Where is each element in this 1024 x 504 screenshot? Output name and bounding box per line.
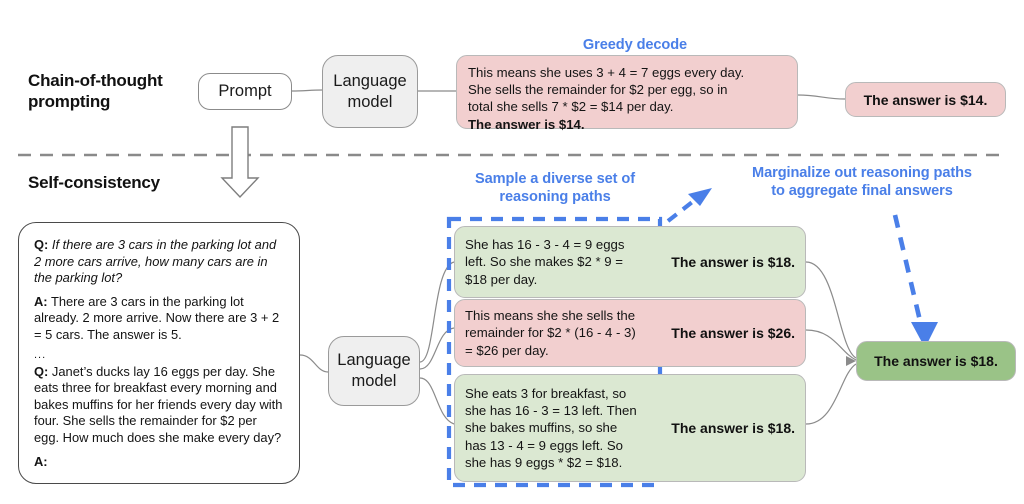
reasoning-path-text-3: She eats 3 for breakfast, so she has 16 … — [465, 385, 637, 470]
reasoning-path-box-3: She eats 3 for breakfast, so she has 16 … — [454, 374, 806, 482]
exemplar-ellipsis: ... — [34, 348, 47, 361]
reasoning-path-box-2: This means she she sells the remainder f… — [454, 299, 806, 367]
marginalize-label: Marginalize out reasoning paths to aggre… — [752, 165, 972, 199]
language-model-label-bottom: Language model — [337, 351, 411, 390]
exemplar-q1-label: Q: — [34, 237, 49, 252]
aggregated-final-answer-text: The answer is $18. — [874, 353, 998, 369]
chain-of-thought-title: Chain-of-thought prompting — [28, 71, 163, 111]
greedy-output-reasoning: This means she uses 3 + 4 = 7 eggs every… — [468, 65, 745, 115]
reasoning-path-answer-2: The answer is $26. — [671, 325, 795, 341]
exemplar-q1-text: If there are 3 cars in the parking lot a… — [34, 237, 277, 286]
exemplar-a1-label: A: — [34, 293, 48, 309]
greedy-final-answer-box: The answer is $14. — [845, 82, 1006, 117]
reasoning-path-answer-3: The answer is $18. — [671, 420, 795, 436]
prompt-node-label: Prompt — [218, 82, 272, 100]
sample-paths-label: Sample a diverse set of reasoning paths — [475, 171, 635, 205]
prompt-exemplar-box: Q: If there are 3 cars in the parking lo… — [18, 222, 300, 484]
aggregated-final-answer-box: The answer is $18. — [856, 341, 1016, 381]
language-model-node-bottom[interactable]: Language model — [328, 336, 420, 406]
reasoning-path-text-2: This means she she sells the remainder f… — [465, 308, 636, 358]
exemplar-question-1: Q: If there are 3 cars in the parking lo… — [34, 237, 284, 287]
exemplar-q2-label: Q: — [34, 363, 49, 379]
language-model-node-top[interactable]: Language model — [322, 55, 418, 128]
exemplar-answer-2-label: A: — [34, 453, 48, 469]
language-model-label-top: Language model — [333, 71, 407, 111]
greedy-output-box: This means she uses 3 + 4 = 7 eggs every… — [456, 55, 798, 132]
self-consistency-title: Self-consistency — [28, 173, 160, 192]
exemplar-q2-text: Janet’s ducks lay 16 eggs per day. She e… — [34, 363, 283, 445]
reasoning-path-box-1: She has 16 - 3 - 4 = 9 eggs left. So she… — [454, 226, 806, 298]
greedy-final-answer-text: The answer is $14. — [863, 91, 988, 108]
exemplar-question-2: Q: Janet’s ducks lay 16 eggs per day. Sh… — [34, 364, 284, 447]
prompt-node[interactable]: Prompt — [198, 73, 292, 110]
reasoning-path-text-1: She has 16 - 3 - 4 = 9 eggs left. So she… — [465, 237, 625, 287]
exemplar-a1-text: There are 3 cars in the parking lot alre… — [34, 293, 280, 342]
reasoning-path-answer-1: The answer is $18. — [671, 254, 795, 270]
exemplar-answer-1: A: There are 3 cars in the parking lot a… — [34, 294, 284, 344]
greedy-output-answer-line: The answer is $14. — [468, 116, 585, 132]
greedy-decode-label: Greedy decode — [582, 37, 688, 53]
